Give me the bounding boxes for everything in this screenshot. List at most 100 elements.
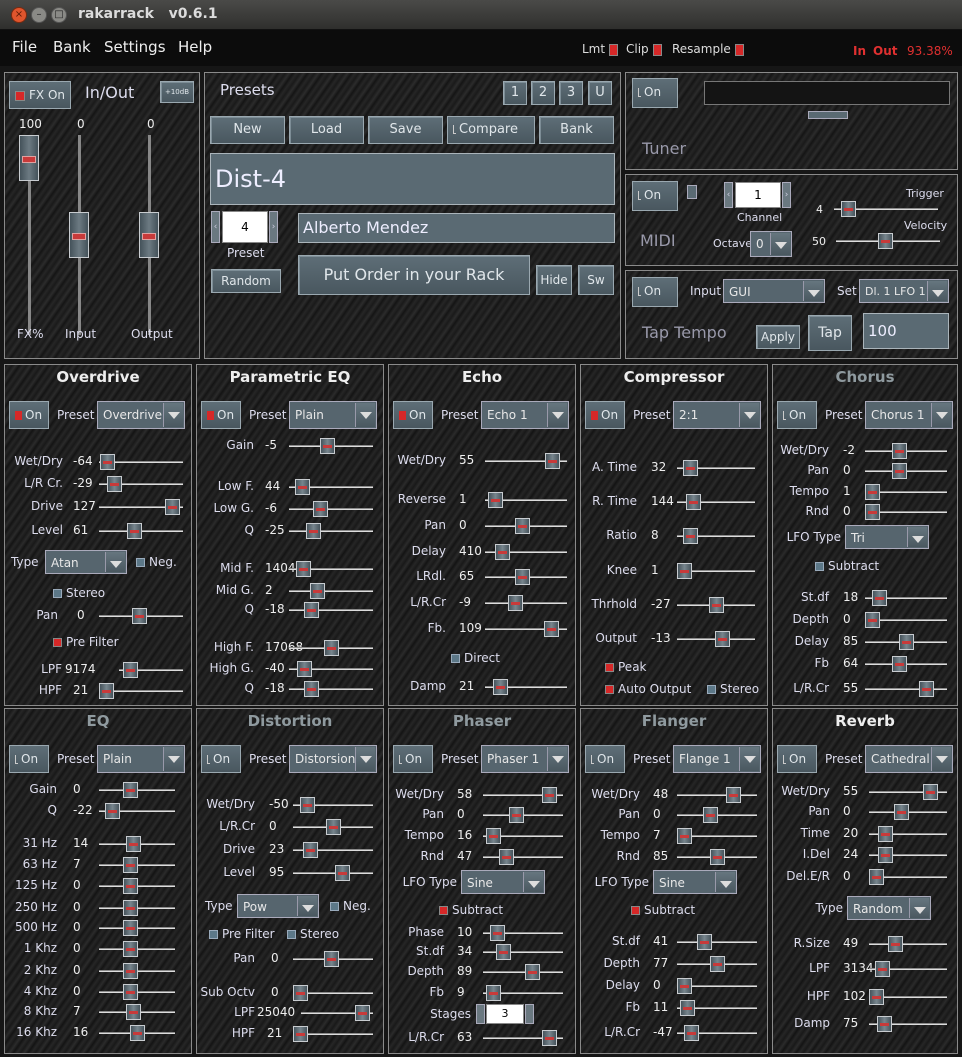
overdrive-param-slider[interactable] bbox=[100, 454, 116, 470]
overdrive-param-slider[interactable] bbox=[164, 499, 180, 515]
reverb-param-slider[interactable] bbox=[875, 961, 891, 977]
flanger-param-slider[interactable] bbox=[696, 934, 712, 950]
phaser-lfo-select[interactable]: Sine bbox=[461, 870, 545, 894]
midi-on-toggle[interactable]: On bbox=[632, 181, 678, 211]
author-field[interactable]: Alberto Mendez bbox=[298, 213, 615, 243]
reverb-param-slider[interactable] bbox=[869, 989, 884, 1005]
reverb-param-slider[interactable] bbox=[869, 869, 884, 885]
put-order-button[interactable]: Put Order in your Rack bbox=[298, 255, 530, 295]
bank-user-button[interactable]: U bbox=[588, 81, 612, 105]
chevron-down-icon[interactable] bbox=[297, 896, 317, 916]
chorus-param-slider[interactable] bbox=[865, 484, 880, 500]
preset-name-field[interactable]: Dist-4 bbox=[210, 153, 615, 205]
bank-3-button[interactable]: 3 bbox=[559, 81, 583, 105]
echo-param-slider[interactable] bbox=[488, 492, 504, 508]
boost-button[interactable]: +10dB bbox=[160, 81, 194, 103]
echo-direct-toggle[interactable]: Direct bbox=[451, 651, 500, 665]
reverb-param-slider[interactable] bbox=[878, 847, 894, 863]
compressor-param-slider[interactable] bbox=[683, 460, 699, 476]
chevron-down-icon[interactable] bbox=[163, 747, 183, 771]
phaser-subtract-toggle[interactable]: Subtract bbox=[439, 903, 503, 917]
maximize-window-icon[interactable]: □ bbox=[51, 7, 67, 23]
flanger-param-slider[interactable] bbox=[677, 978, 692, 994]
fx-on-button[interactable]: FX On bbox=[9, 81, 71, 109]
eq-param-slider[interactable] bbox=[123, 782, 139, 798]
flanger-preset-select[interactable]: Flange 1 bbox=[673, 745, 761, 773]
parametric-eq-param-slider[interactable] bbox=[309, 583, 325, 599]
phaser-param-slider[interactable] bbox=[486, 828, 502, 844]
flanger-subtract-toggle[interactable]: Subtract bbox=[631, 903, 695, 917]
distortion-prefilter-toggle[interactable]: Pre Filter bbox=[209, 927, 275, 941]
chevron-down-icon[interactable] bbox=[739, 403, 759, 427]
phaser-stages[interactable]: 3 bbox=[486, 1004, 524, 1024]
distortion-on-toggle[interactable]: On bbox=[201, 745, 241, 773]
distortion-suboctave-slider[interactable] bbox=[293, 985, 308, 1001]
overdrive-prefilter-toggle[interactable]: Pre Filter bbox=[53, 635, 119, 649]
chevron-down-icon[interactable] bbox=[105, 552, 125, 572]
eq-param-slider[interactable] bbox=[126, 1004, 142, 1020]
random-button[interactable]: Random bbox=[211, 269, 281, 293]
chevron-down-icon[interactable] bbox=[163, 403, 183, 427]
parametric-eq-on-toggle[interactable]: On bbox=[201, 401, 241, 429]
reverb-param-slider[interactable] bbox=[876, 1016, 892, 1032]
chevron-down-icon[interactable] bbox=[523, 872, 543, 892]
distortion-param-slider[interactable] bbox=[302, 842, 318, 858]
flanger-param-slider[interactable] bbox=[709, 849, 725, 865]
chevron-down-icon[interactable] bbox=[715, 872, 735, 892]
overdrive-lpf-slider[interactable] bbox=[123, 662, 138, 678]
echo-on-toggle[interactable]: On bbox=[393, 401, 433, 429]
parametric-eq-param-slider[interactable] bbox=[295, 561, 311, 577]
chevron-down-icon[interactable] bbox=[547, 747, 567, 771]
chevron-down-icon[interactable] bbox=[907, 527, 927, 547]
eq-param-slider[interactable] bbox=[123, 900, 139, 916]
preset-prev-arrow[interactable]: ‹ bbox=[211, 211, 220, 243]
reverb-param-slider[interactable] bbox=[878, 826, 894, 842]
stages-next-arrow[interactable] bbox=[525, 1004, 534, 1024]
chorus-param-slider[interactable] bbox=[891, 443, 907, 459]
chorus-preset-select[interactable]: Chorus 1 bbox=[865, 401, 953, 429]
phaser-preset-select[interactable]: Phaser 1 bbox=[481, 745, 569, 773]
menu-file[interactable]: File bbox=[12, 38, 37, 56]
chevron-down-icon[interactable] bbox=[931, 747, 951, 771]
save-button[interactable]: Save bbox=[368, 116, 443, 144]
flanger-param-slider[interactable] bbox=[683, 1025, 699, 1041]
chorus-param-slider[interactable] bbox=[865, 612, 880, 628]
phaser-param-slider[interactable] bbox=[486, 985, 502, 1001]
chevron-down-icon[interactable] bbox=[355, 747, 375, 771]
chevron-down-icon[interactable] bbox=[547, 403, 567, 427]
echo-param-slider[interactable] bbox=[493, 679, 509, 695]
output-slider[interactable] bbox=[139, 212, 159, 258]
tap-on-toggle[interactable]: On bbox=[632, 277, 678, 307]
distortion-preset-select[interactable]: Distorsion 1 bbox=[289, 745, 377, 773]
menu-help[interactable]: Help bbox=[178, 38, 212, 56]
flanger-param-slider[interactable] bbox=[677, 828, 692, 844]
distortion-lpf-slider[interactable] bbox=[355, 1005, 370, 1021]
bank-2-button[interactable]: 2 bbox=[531, 81, 555, 105]
phaser-on-toggle[interactable]: On bbox=[393, 745, 433, 773]
flanger-on-toggle[interactable]: On bbox=[585, 745, 625, 773]
chevron-down-icon[interactable] bbox=[739, 747, 759, 771]
reverb-param-slider[interactable] bbox=[922, 784, 938, 800]
tempo-field[interactable]: 100 bbox=[863, 313, 949, 349]
compressor-param-slider[interactable] bbox=[685, 494, 701, 510]
parametric-eq-param-slider[interactable] bbox=[304, 681, 320, 697]
flanger-param-slider[interactable] bbox=[709, 956, 725, 972]
compressor-param-slider[interactable] bbox=[683, 528, 699, 544]
echo-param-slider[interactable] bbox=[515, 569, 531, 585]
eq-preset-select[interactable]: Plain bbox=[97, 745, 185, 773]
tap-set-select[interactable]: Dl. 1 LFO 1 bbox=[859, 279, 949, 303]
phaser-param-slider[interactable] bbox=[525, 964, 541, 980]
echo-preset-select[interactable]: Echo 1 bbox=[481, 401, 569, 429]
chorus-param-slider[interactable] bbox=[891, 656, 907, 672]
phaser-param-slider[interactable] bbox=[541, 787, 557, 803]
compressor-auto-output-toggle[interactable]: Auto Output bbox=[605, 682, 691, 696]
parametric-eq-param-slider[interactable] bbox=[297, 661, 313, 677]
phaser-param-slider[interactable] bbox=[499, 849, 515, 865]
phaser-param-slider[interactable] bbox=[541, 1030, 557, 1046]
distortion-hpf-slider[interactable] bbox=[293, 1026, 308, 1042]
stages-prev-arrow[interactable] bbox=[476, 1004, 485, 1024]
close-window-icon[interactable]: × bbox=[11, 7, 27, 23]
overdrive-hpf-slider[interactable] bbox=[99, 683, 114, 699]
distortion-param-slider[interactable] bbox=[335, 865, 351, 881]
bank-1-button[interactable]: 1 bbox=[503, 81, 527, 105]
